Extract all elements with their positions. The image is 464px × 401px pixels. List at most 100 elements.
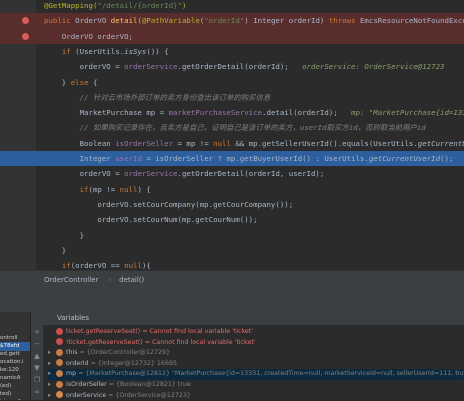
code-token: Integer <box>44 154 116 163</box>
code-line[interactable]: orderVO.setCourCompany(mp.getCourCompany… <box>0 197 464 212</box>
variable-row[interactable]: ticket.getReserveSeat() = Cannot find lo… <box>48 327 464 338</box>
variables-title: Variables <box>57 314 89 322</box>
code-token: getCurrentUserId <box>368 154 441 163</box>
variable-row[interactable]: !ticket.getReserveSeat() = Cannot find l… <box>48 338 464 349</box>
code-editor[interactable]: @GetMapping("/detail/{orderId}") public O… <box>0 0 464 270</box>
code-token: MarketPurchase mp = <box>44 108 169 118</box>
variable-icon <box>56 369 63 377</box>
code-token: = mp != <box>173 138 214 148</box>
code-line[interactable]: } <box>0 243 464 258</box>
variable-row[interactable]: ▸ mp = {MarketPurchase@12812} "MarketPurc… <box>48 369 464 380</box>
code-token: (orderVO == <box>70 261 125 270</box>
code-line[interactable]: // 针对云市场外部订单的卖方身份查出该订单的购买信息 <box>0 90 464 105</box>
frames-list[interactable]: ontroll $78efd ed.gett ocation.i ke:120 namic… <box>0 312 31 400</box>
code-token: public <box>44 16 76 26</box>
code-line[interactable]: OrderVO orderVO; <box>0 28 464 44</box>
variable-value: = {OrderService@12723} <box>106 391 191 399</box>
code-token: mp: "MarketPurchase{id=13331, createdT <box>351 108 464 118</box>
code-text: Boolean isOrderSeller = mp != null && mp… <box>44 136 464 151</box>
code-text: if (UserUtils.isSys()) { <box>44 44 169 59</box>
code-token: (); <box>440 154 454 163</box>
code-token: detail <box>110 16 138 26</box>
copy-icon[interactable]: ❐ <box>33 376 41 384</box>
code-token: (UserUtils. <box>75 46 125 56</box>
code-token: } <box>44 230 85 240</box>
code-line[interactable]: if (UserUtils.isSys()) { <box>0 44 464 59</box>
code-text: // 如果购买记录存在，且卖方是自己，证明自己是该订单的卖方，userId取买方… <box>44 120 426 135</box>
variable-row[interactable]: ▸ this = {OrderController@12729} <box>48 348 464 359</box>
code-line[interactable]: MarketPurchase mp = marketPurchaseServic… <box>0 105 464 120</box>
add-watch-icon[interactable]: + <box>33 328 41 336</box>
code-line[interactable]: orderVO.setCourNum(mp.getCourNum()); <box>0 212 464 227</box>
code-token: null <box>119 184 138 194</box>
code-token: "orderId" <box>204 16 245 26</box>
code-token: .getOrderDetail(orderId); <box>177 62 303 72</box>
variable-icon <box>56 359 63 367</box>
code-line[interactable]: // 如果购买记录存在，且卖方是自己，证明自己是该订单的卖方，userId取买方… <box>0 120 464 135</box>
code-token: // 如果购买记录存在，且卖方是自己，证明自己是该订单的卖方，userId取买方… <box>44 123 426 133</box>
breadcrumb: OrderController › detail() <box>0 270 464 289</box>
code-token: null <box>213 138 236 148</box>
variable-name: orderId <box>66 359 89 367</box>
expand-arrow-icon[interactable]: ▸ <box>48 391 56 401</box>
code-text: } <box>44 243 66 258</box>
code-token: } <box>44 77 71 87</box>
expand-arrow-icon[interactable]: ▸ <box>48 369 56 380</box>
code-token: throws <box>328 16 360 26</box>
code-token: if <box>61 46 76 56</box>
code-text: // 针对云市场外部订单的卖方身份查出该订单的购买信息 <box>44 90 271 105</box>
code-line[interactable]: orderVO = orderService.getOrderDetail(or… <box>0 166 464 181</box>
code-text: MarketPurchase mp = marketPurchaseServic… <box>44 105 464 120</box>
code-token: // 针对云市场外部订单的卖方身份查出该订单的购买信息 <box>44 92 271 102</box>
code-token: .getOrderDetail(orderId, userId); <box>177 169 325 179</box>
remove-watch-icon[interactable]: − <box>33 340 41 348</box>
code-text: OrderVO orderVO; <box>44 29 133 44</box>
code-token: EmcsResourceNotFoundException { <box>359 16 464 26</box>
error-icon <box>56 338 63 346</box>
code-text: if(mp != null) { <box>44 182 151 197</box>
breakpoint-icon[interactable] <box>22 32 29 40</box>
code-token: marketPurchaseService <box>168 108 263 118</box>
move-up-icon[interactable]: ▲ <box>33 352 41 360</box>
code-token: ) { <box>137 184 151 194</box>
variable-icon <box>56 391 63 399</box>
expand-arrow-icon[interactable]: ▸ <box>48 348 56 359</box>
code-token: orderService <box>124 62 178 72</box>
code-token: ){ <box>141 261 151 270</box>
error-icon <box>56 327 63 335</box>
variable-row[interactable]: ▸ isOrderSeller = {Boolean@12821} true <box>48 380 464 391</box>
code-text: } <box>44 228 84 243</box>
code-line[interactable]: } <box>0 228 464 243</box>
code-line[interactable]: Integer userId = isOrderSeller ? mp.getB… <box>0 151 464 167</box>
variable-value: = {MarketPurchase@12812} "MarketPurchase… <box>78 370 464 378</box>
code-token: orderService <box>124 169 178 179</box>
variable-value: !ticket.getReserveSeat() = Cannot find l… <box>66 338 256 346</box>
code-line[interactable]: orderVO = orderService.getOrderDetail(or… <box>0 59 464 74</box>
code-line[interactable]: if(orderVO == null){ <box>0 258 464 270</box>
variable-row[interactable]: ▸ orderService = {OrderService@12723} <box>48 391 464 401</box>
glasses-icon[interactable]: ∞ <box>33 388 41 396</box>
variable-value: = {Boolean@12821} true <box>106 381 191 388</box>
code-token: ()) { <box>146 46 169 56</box>
code-token: (mp != <box>88 184 120 194</box>
variable-row[interactable]: ▸ orderId = {Integer@12732} 16695 <box>48 359 464 370</box>
breadcrumb-class[interactable]: OrderController <box>44 276 98 284</box>
code-text: } else { <box>44 75 98 90</box>
code-line[interactable]: Boolean isOrderSeller = mp != null && mp… <box>0 136 464 151</box>
breadcrumb-method[interactable]: detail() <box>119 276 144 284</box>
code-line[interactable]: } else { <box>0 75 464 90</box>
code-text: if(orderVO == null){ <box>44 258 151 270</box>
code-token: getCurrentUserId <box>417 138 464 148</box>
expand-arrow-icon[interactable]: ▸ <box>48 380 56 391</box>
move-down-icon[interactable]: ▼ <box>33 364 41 372</box>
code-token: ) <box>181 1 187 10</box>
code-line[interactable]: if(mp != null) { <box>0 182 464 197</box>
code-token: } <box>44 245 67 255</box>
expand-arrow-icon[interactable]: ▸ <box>48 359 56 370</box>
code-token: orderService: OrderService@12723 <box>302 62 445 72</box>
code-line[interactable]: @GetMapping("/detail/{orderId}") <box>0 0 464 13</box>
code-line[interactable]: public OrderVO detail(@PathVariable("ord… <box>0 13 464 29</box>
breakpoint-icon[interactable] <box>22 17 29 25</box>
code-token: if <box>61 261 71 270</box>
